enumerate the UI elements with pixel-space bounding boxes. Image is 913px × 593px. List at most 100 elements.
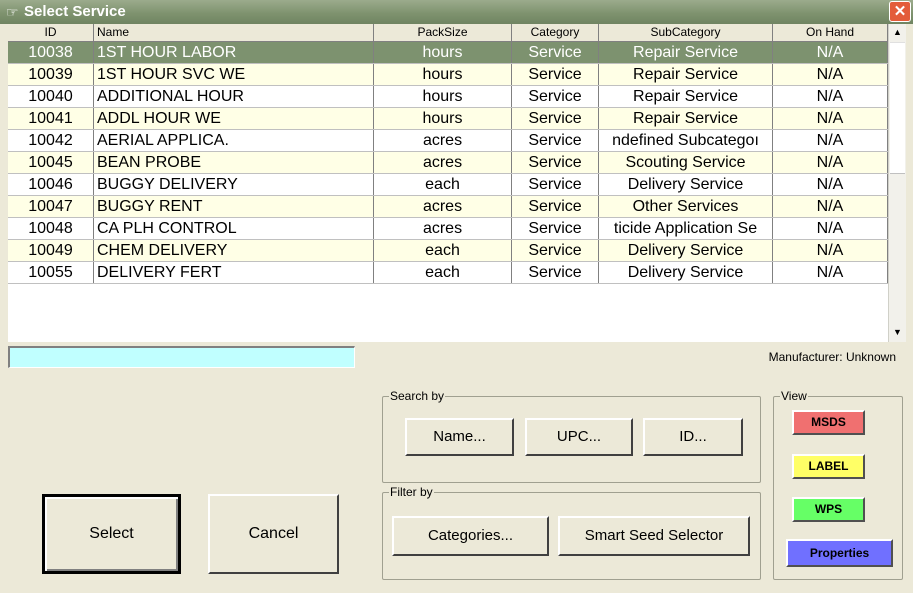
- cell-id: 10039: [8, 64, 94, 85]
- cell-name: BUGGY RENT: [94, 196, 374, 217]
- cell-id: 10041: [8, 108, 94, 129]
- cell-pack: hours: [374, 86, 512, 107]
- cell-onhand: N/A: [773, 196, 888, 217]
- cell-cat: Service: [512, 174, 599, 195]
- view-label: View: [780, 389, 808, 403]
- cell-sub: Repair Service: [599, 108, 773, 129]
- table-row[interactable]: 10040 ADDITIONAL HOUR hours Service Repair S…: [8, 86, 888, 108]
- column-header-name[interactable]: Name: [94, 24, 374, 41]
- cell-sub: Repair Service: [599, 86, 773, 107]
- select-service-window: ☞ Select Service ✕ ID Name PackSize Categor…: [0, 0, 913, 593]
- search-upc-label: UPC...: [556, 428, 602, 445]
- scroll-thumb[interactable]: [890, 42, 905, 174]
- search-name-button[interactable]: Name...: [405, 418, 514, 456]
- cell-pack: acres: [374, 196, 512, 217]
- cell-id: 10047: [8, 196, 94, 217]
- table-row[interactable]: 10039 1ST HOUR SVC WE hours Service Repair S…: [8, 64, 888, 86]
- msds-button[interactable]: MSDS: [792, 410, 865, 435]
- cell-sub: ticide Application Se: [599, 218, 773, 239]
- cell-cat: Service: [512, 130, 599, 151]
- cell-onhand: N/A: [773, 174, 888, 195]
- column-header-cat[interactable]: Category: [512, 24, 599, 41]
- cell-cat: Service: [512, 64, 599, 85]
- cell-onhand: N/A: [773, 240, 888, 261]
- wps-button[interactable]: WPS: [792, 497, 865, 522]
- cell-id: 10046: [8, 174, 94, 195]
- cell-onhand: N/A: [773, 130, 888, 151]
- cell-pack: each: [374, 262, 512, 283]
- cell-sub: ndefined Subcategoı: [599, 130, 773, 151]
- cell-id: 10040: [8, 86, 94, 107]
- table-row[interactable]: 10047 BUGGY RENT acres Service Other Service…: [8, 196, 888, 218]
- table-row[interactable]: 10049 CHEM DELIVERY each Service Delivery Se…: [8, 240, 888, 262]
- title-bar: ☞ Select Service ✕: [0, 0, 913, 24]
- column-header-onhand[interactable]: On Hand: [773, 24, 888, 41]
- cancel-label: Cancel: [248, 525, 299, 542]
- properties-button[interactable]: Properties: [786, 539, 893, 567]
- cell-name: DELIVERY FERT: [94, 262, 374, 283]
- cell-pack: acres: [374, 130, 512, 151]
- cell-id: 10038: [8, 42, 94, 63]
- cell-cat: Service: [512, 196, 599, 217]
- table-row[interactable]: 10045 BEAN PROBE acres Service Scouting Serv…: [8, 152, 888, 174]
- filter-by-label: Filter by: [389, 485, 434, 499]
- cell-name: ADDITIONAL HOUR: [94, 86, 374, 107]
- cell-cat: Service: [512, 42, 599, 63]
- service-grid[interactable]: ID Name PackSize Category SubCategory On Hand…: [8, 24, 888, 342]
- cell-id: 10042: [8, 130, 94, 151]
- cell-name: CA PLH CONTROL: [94, 218, 374, 239]
- cell-name: 1ST HOUR SVC WE: [94, 64, 374, 85]
- cell-id: 10048: [8, 218, 94, 239]
- manufacturer-label: Manufacturer: Unknown: [768, 350, 896, 364]
- cell-onhand: N/A: [773, 86, 888, 107]
- cell-name: BUGGY DELIVERY: [94, 174, 374, 195]
- select-button[interactable]: Select: [42, 494, 181, 574]
- cell-id: 10055: [8, 262, 94, 283]
- cell-sub: Other Services: [599, 196, 773, 217]
- cell-cat: Service: [512, 262, 599, 283]
- cell-pack: hours: [374, 108, 512, 129]
- cell-cat: Service: [512, 218, 599, 239]
- column-header-pack[interactable]: PackSize: [374, 24, 512, 41]
- cell-pack: acres: [374, 152, 512, 173]
- cell-name: ADDL HOUR WE: [94, 108, 374, 129]
- cell-id: 10045: [8, 152, 94, 173]
- cell-cat: Service: [512, 240, 599, 261]
- cell-onhand: N/A: [773, 218, 888, 239]
- table-row[interactable]: 10038 1ST HOUR LABOR hours Service Repair Se…: [8, 42, 888, 64]
- cell-pack: each: [374, 240, 512, 261]
- scroll-up-icon[interactable]: ▲: [889, 24, 906, 41]
- cell-pack: hours: [374, 42, 512, 63]
- search-id-button[interactable]: ID...: [643, 418, 743, 456]
- cell-name: AERIAL APPLICA.: [94, 130, 374, 151]
- table-row[interactable]: 10042 AERIAL APPLICA. acres Service ndefined…: [8, 130, 888, 152]
- cell-onhand: N/A: [773, 152, 888, 173]
- cell-sub: Scouting Service: [599, 152, 773, 173]
- cell-onhand: N/A: [773, 42, 888, 63]
- cell-name: BEAN PROBE: [94, 152, 374, 173]
- table-row[interactable]: 10048 CA PLH CONTROL acres Service ticide Ap…: [8, 218, 888, 240]
- categories-button[interactable]: Categories...: [392, 516, 549, 556]
- search-input[interactable]: [8, 346, 355, 368]
- table-row[interactable]: 10055 DELIVERY FERT each Service Delivery Se…: [8, 262, 888, 284]
- label-button[interactable]: LABEL: [792, 454, 865, 479]
- search-id-label: ID...: [679, 428, 707, 445]
- cell-cat: Service: [512, 108, 599, 129]
- cell-pack: acres: [374, 218, 512, 239]
- categories-label: Categories...: [427, 527, 514, 544]
- table-row[interactable]: 10041 ADDL HOUR WE hours Service Repair Serv…: [8, 108, 888, 130]
- smart-seed-selector-button[interactable]: Smart Seed Selector: [558, 516, 750, 556]
- cell-sub: Delivery Service: [599, 240, 773, 261]
- cell-onhand: N/A: [773, 262, 888, 283]
- column-header-id[interactable]: ID: [8, 24, 94, 41]
- grid-vertical-scrollbar[interactable]: ▲ ▼: [888, 24, 906, 342]
- search-upc-button[interactable]: UPC...: [525, 418, 633, 456]
- cancel-button[interactable]: Cancel: [208, 494, 339, 574]
- scroll-down-icon[interactable]: ▼: [889, 324, 906, 341]
- cell-onhand: N/A: [773, 108, 888, 129]
- table-row[interactable]: 10046 BUGGY DELIVERY each Service Delivery S…: [8, 174, 888, 196]
- cell-sub: Repair Service: [599, 42, 773, 63]
- cell-sub: Delivery Service: [599, 262, 773, 283]
- close-button[interactable]: ✕: [889, 1, 911, 22]
- column-header-sub[interactable]: SubCategory: [599, 24, 773, 41]
